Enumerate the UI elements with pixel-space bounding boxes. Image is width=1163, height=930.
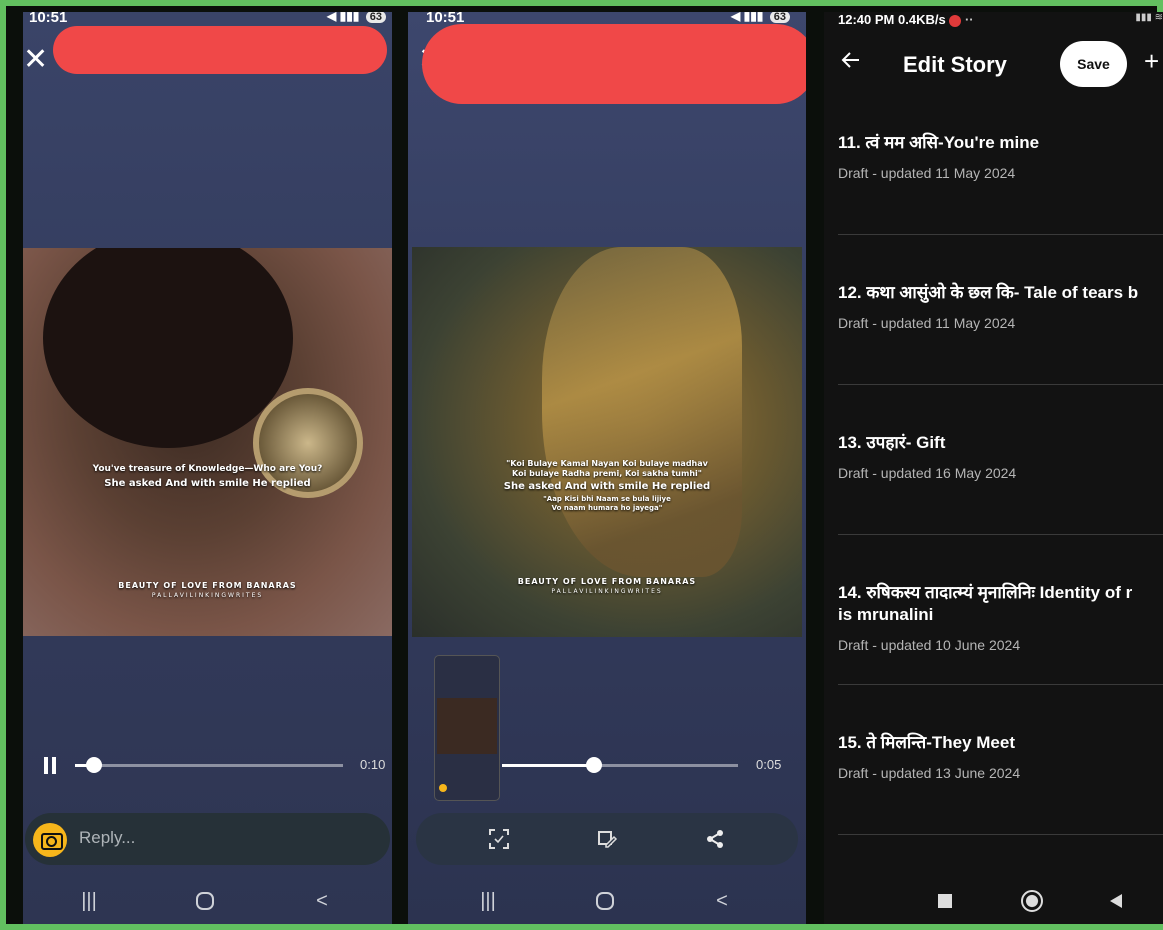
progress-knob[interactable]	[586, 757, 603, 773]
fabric-shape	[542, 247, 742, 577]
redaction-mark	[422, 24, 806, 104]
part-title: 14. रुषिकस्य तादात्म्यं मृनालिनिः Identi…	[838, 583, 1133, 602]
scan-icon[interactable]	[488, 828, 510, 850]
add-icon[interactable]: +	[1144, 46, 1159, 77]
pause-icon[interactable]	[43, 757, 57, 774]
story-footer-title: BEAUTY OF LOVE FROM BANARAS	[517, 577, 697, 586]
redaction-mark	[53, 26, 387, 74]
home-icon[interactable]	[1021, 890, 1043, 912]
story-footer-sub: PALLAVILINKINGWRITES	[151, 592, 264, 599]
divider	[838, 534, 1163, 535]
back-icon[interactable]: <	[702, 890, 742, 913]
recent-apps-icon[interactable]	[938, 894, 952, 908]
back-arrow-icon[interactable]	[841, 50, 861, 70]
battery-badge: 63	[365, 12, 386, 23]
status-time: 12:40 PM	[838, 12, 895, 27]
story-footer-title: BEAUTY OF LOVE FROM BANARAS	[118, 581, 297, 590]
story-part-item[interactable]: 15. ते मिलन्ति-They Meet Draft - updated…	[838, 732, 1163, 781]
more-dots-icon: ··	[964, 12, 974, 27]
system-nav-bar	[824, 878, 1163, 924]
status-time: 10:51	[29, 12, 68, 26]
duration-label: 0:05	[756, 757, 782, 772]
home-icon[interactable]	[185, 890, 225, 912]
story-part-item[interactable]: 12. कथा आसुंओ के छल कि- Tale of tears b …	[838, 282, 1163, 331]
page-title: Edit Story	[903, 52, 1007, 77]
reply-bar[interactable]: Reply...	[25, 813, 390, 865]
part-status: Draft - updated 10 June 2024	[838, 637, 1021, 653]
edit-story-screen: 12:40 PM 0.4KB/s ·· ▮▮▮ ≋ Edit Story Sav…	[824, 12, 1163, 924]
playback-bar: 0:10	[23, 746, 392, 786]
story-viewer-1: 10:51 ◀ ▮▮▮ 63 ✕ You've treasure of Know…	[23, 12, 392, 924]
divider	[838, 834, 1163, 835]
caption-line: She asked And with smile He replied	[503, 481, 711, 492]
playback-bar: 0:05	[408, 746, 806, 786]
caption-line: She asked And with smile He replied	[104, 478, 311, 489]
home-icon[interactable]	[585, 890, 625, 912]
camera-icon[interactable]	[33, 823, 67, 857]
divider	[838, 234, 1163, 235]
caption-line: You've treasure of Knowledge—Who are You…	[92, 464, 323, 474]
caption-line: "Koi Bulaye Kamal Nayan Koi bulaye madha…	[506, 459, 708, 468]
battery-badge: 63	[769, 12, 790, 23]
part-title: 11. त्वं मम असि-You're mine	[838, 133, 1040, 152]
part-status: Draft - updated 11 May 2024	[838, 315, 1016, 331]
system-nav-bar: ||| <	[408, 878, 806, 924]
hair-shape	[43, 248, 293, 448]
divider	[838, 684, 1163, 685]
part-title: 13. उपहारं- Gift	[838, 433, 946, 452]
part-title-continued: is mrunalini	[838, 605, 934, 624]
signal-icon: ◀ ▮▮▮ 63	[327, 12, 386, 23]
progress-track[interactable]	[75, 764, 343, 767]
story-image: "Koi Bulaye Kamal Nayan Koi bulaye madha…	[412, 247, 802, 637]
progress-fill	[502, 764, 595, 767]
reply-input[interactable]: Reply...	[79, 828, 135, 848]
caption-line: Koi bulaye Radha premi, Koi sakha tumhi"	[512, 469, 702, 478]
close-icon[interactable]: ✕	[23, 42, 48, 77]
save-button[interactable]: Save	[1060, 41, 1127, 87]
signal-wifi-icon: ▮▮▮ ≋	[1135, 12, 1163, 23]
screenshot-action-bar	[416, 813, 798, 865]
story-viewer-2: 10:51 ◀ ▮▮▮ 63 ✕ "Koi Bulaye Kamal Nayan…	[408, 12, 806, 924]
caption-line: Vo naam humara ho jayega"	[551, 504, 663, 512]
part-status: Draft - updated 11 May 2024	[838, 165, 1016, 181]
story-part-item[interactable]: 11. त्वं मम असि-You're mine Draft - upda…	[838, 132, 1163, 181]
story-footer-sub: PALLAVILINKINGWRITES	[551, 588, 663, 595]
part-status: Draft - updated 13 June 2024	[838, 765, 1021, 781]
screenshot-frame: 10:51 ◀ ▮▮▮ 63 ✕ You've treasure of Know…	[0, 0, 1163, 930]
status-speed: 0.4KB/s	[898, 12, 946, 27]
story-image: You've treasure of Knowledge—Who are You…	[23, 248, 392, 636]
part-title: 12. कथा आसुंओ के छल कि- Tale of tears b	[838, 283, 1139, 302]
recent-apps-icon[interactable]: |||	[69, 890, 109, 913]
status-bar: 12:40 PM 0.4KB/s ··	[838, 12, 974, 27]
part-title: 15. ते मिलन्ति-They Meet	[838, 733, 1015, 752]
edit-crop-icon[interactable]	[596, 828, 618, 850]
signal-icon: ◀ ▮▮▮ 63	[731, 12, 790, 23]
divider	[838, 384, 1163, 385]
duration-label: 0:10	[360, 757, 386, 772]
system-nav-bar: ||| <	[23, 878, 392, 924]
pinterest-icon	[949, 14, 962, 27]
story-part-item[interactable]: 14. रुषिकस्य तादात्म्यं मृनालिनिः Identi…	[838, 582, 1163, 653]
part-status: Draft - updated 16 May 2024	[838, 465, 1017, 481]
progress-knob[interactable]	[85, 757, 102, 773]
story-part-item[interactable]: 13. उपहारं- Gift Draft - updated 16 May …	[838, 432, 1163, 481]
back-icon[interactable]: <	[302, 890, 342, 913]
back-icon[interactable]	[1109, 893, 1123, 909]
recent-apps-icon[interactable]: |||	[468, 890, 508, 913]
share-icon[interactable]	[704, 828, 726, 850]
caption-line: "Aap Kisi bhi Naam se bula lijiye	[543, 495, 671, 503]
